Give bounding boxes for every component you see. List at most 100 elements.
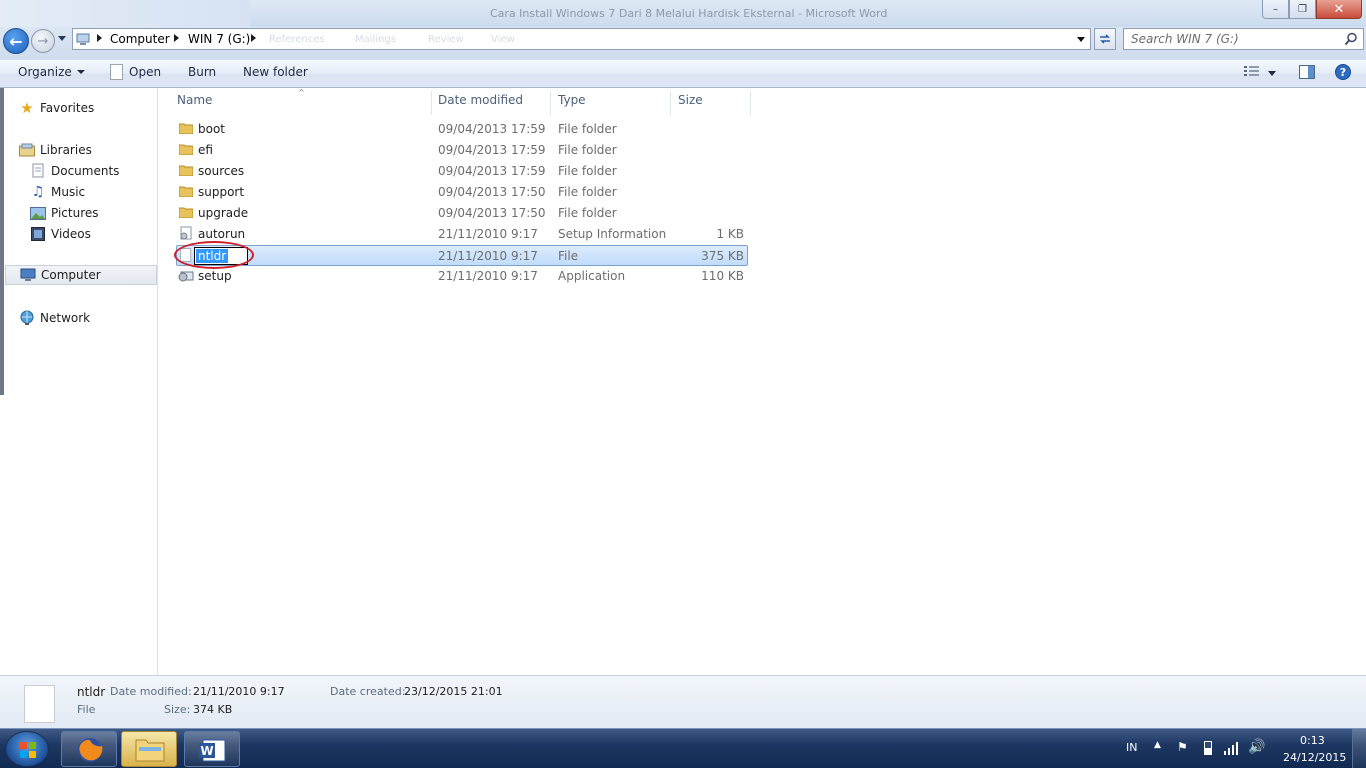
- chevron-down-icon: [76, 70, 85, 74]
- taskbar: W IN ▲ ⚑ 🔊 0:13 24/12/2015: [0, 728, 1366, 768]
- table-row[interactable]: setup 21/11/2010 9:17 Application 110 KB: [176, 266, 748, 287]
- details-file-name: ntldr: [77, 685, 106, 699]
- table-row[interactable]: efi 09/04/2013 17:59 File folder: [176, 140, 748, 161]
- pictures-icon: [30, 205, 46, 221]
- breadcrumb-drive[interactable]: WIN 7 (G:): [188, 32, 250, 46]
- forward-button[interactable]: →: [31, 29, 55, 53]
- taskbar-firefox[interactable]: [61, 731, 117, 767]
- computer-icon: [20, 267, 36, 283]
- sidebar-item-network[interactable]: Network: [19, 308, 90, 328]
- breadcrumb-computer[interactable]: Computer: [110, 32, 170, 46]
- maximize-button[interactable]: ❐: [1289, 0, 1316, 19]
- column-divider[interactable]: [670, 91, 671, 115]
- star-icon: ★: [20, 99, 34, 117]
- document-icon: [110, 64, 123, 80]
- details-size: 374 KB: [193, 703, 233, 716]
- rename-input[interactable]: ntldr: [194, 247, 248, 265]
- change-view-button[interactable]: [1244, 65, 1260, 80]
- language-indicator[interactable]: IN: [1126, 741, 1137, 754]
- preview-pane-button[interactable]: [1299, 65, 1315, 82]
- new-folder-button[interactable]: New folder: [243, 65, 308, 79]
- search-icon[interactable]: [1344, 32, 1358, 46]
- organize-button[interactable]: Organize: [18, 65, 85, 79]
- column-divider[interactable]: [750, 91, 751, 115]
- file-thumbnail-icon: [24, 685, 55, 723]
- sidebar-item-computer[interactable]: Computer: [5, 265, 157, 285]
- table-row[interactable]: sources 09/04/2013 17:59 File folder: [176, 161, 748, 182]
- title-bar: Cara Install Windows 7 Dari 8 Melalui Ha…: [0, 0, 1366, 27]
- file-name: boot: [198, 122, 226, 136]
- column-header-name[interactable]: Name: [177, 93, 212, 115]
- folder-icon: [135, 739, 165, 762]
- help-button[interactable]: ?: [1335, 64, 1351, 83]
- details-date-created-label: Date created:: [330, 685, 406, 698]
- taskbar-word[interactable]: W: [184, 731, 240, 767]
- sidebar-item-label: Videos: [51, 227, 91, 241]
- sidebar-item-music[interactable]: ♫ Music: [30, 182, 85, 202]
- breadcrumb-separator-icon[interactable]: [251, 34, 256, 42]
- table-row-selected[interactable]: ntldr 21/11/2010 9:17 File 375 KB: [176, 245, 748, 266]
- folder-icon: [179, 144, 193, 155]
- file-name: efi: [198, 143, 213, 157]
- sidebar-item-label: Pictures: [51, 206, 99, 220]
- window-title: Cara Install Windows 7 Dari 8 Melalui Ha…: [490, 7, 888, 20]
- sidebar-item-documents[interactable]: Documents: [30, 161, 119, 181]
- folder-icon: [179, 123, 193, 134]
- sidebar-item-pictures[interactable]: Pictures: [30, 203, 99, 223]
- table-row[interactable]: upgrade 09/04/2013 17:50 File folder: [176, 203, 748, 224]
- folder-icon: [179, 186, 193, 197]
- file-type: Setup Information: [558, 227, 667, 241]
- column-header-size[interactable]: Size: [678, 93, 703, 115]
- show-desktop-button[interactable]: [1352, 729, 1366, 768]
- table-row[interactable]: autorun 21/11/2010 9:17 Setup Informatio…: [176, 224, 748, 245]
- music-note-icon: ♫: [31, 184, 45, 200]
- taskbar-explorer[interactable]: [121, 731, 177, 767]
- table-row[interactable]: boot 09/04/2013 17:59 File folder: [176, 119, 748, 140]
- action-center-flag-icon[interactable]: ⚑: [1177, 740, 1188, 754]
- signal-strength-icon[interactable]: [1224, 741, 1240, 755]
- sidebar-item-videos[interactable]: Videos: [30, 224, 91, 244]
- burn-button[interactable]: Burn: [188, 65, 216, 79]
- sidebar-item-label: Music: [51, 185, 86, 199]
- column-divider[interactable]: [550, 91, 551, 115]
- forward-arrow-icon: →: [37, 33, 49, 49]
- battery-icon[interactable]: [1204, 741, 1212, 755]
- sidebar-item-favorites[interactable]: ★ Favorites: [19, 98, 94, 118]
- column-header-type[interactable]: Type: [558, 93, 586, 115]
- address-bar[interactable]: Computer WIN 7 (G:) References Mailings …: [72, 28, 1091, 50]
- sidebar-item-libraries[interactable]: Libraries: [19, 140, 92, 160]
- navigation-bar: ← → Computer WIN 7 (G:) References Maili…: [0, 27, 1366, 60]
- details-date-modified: 21/11/2010 9:17: [193, 685, 285, 698]
- close-button[interactable]: ✕: [1316, 0, 1362, 19]
- svg-text:?: ?: [1340, 66, 1346, 79]
- refresh-button[interactable]: [1094, 28, 1116, 50]
- network-icon: [19, 310, 35, 326]
- breadcrumb-separator-icon[interactable]: [174, 34, 179, 42]
- back-button[interactable]: ←: [3, 28, 29, 54]
- column-divider[interactable]: [431, 91, 432, 115]
- file-name: autorun: [198, 227, 246, 241]
- start-button[interactable]: [5, 731, 49, 767]
- table-row[interactable]: support 09/04/2013 17:50 File folder: [176, 182, 748, 203]
- show-hidden-icons-icon[interactable]: ▲: [1154, 740, 1161, 750]
- file-type: File folder: [558, 185, 617, 199]
- breadcrumb-separator-icon[interactable]: [97, 34, 102, 42]
- videos-icon: [30, 226, 46, 242]
- file-type: File folder: [558, 143, 617, 157]
- file-type: File folder: [558, 206, 617, 220]
- view-options-dropdown[interactable]: [1268, 71, 1276, 76]
- column-header-date[interactable]: Date modified: [438, 93, 523, 115]
- ghost-text: References: [269, 34, 325, 45]
- open-button[interactable]: Open: [129, 65, 161, 79]
- search-box[interactable]: Search WIN 7 (G:): [1123, 28, 1364, 50]
- clock-date[interactable]: 24/12/2015: [1283, 751, 1346, 764]
- file-date: 09/04/2013 17:50: [438, 206, 546, 220]
- splitter-handle[interactable]: [0, 88, 4, 395]
- file-type: Application: [558, 269, 626, 283]
- file-date: 09/04/2013 17:59: [438, 143, 546, 157]
- recent-pages-dropdown[interactable]: [58, 36, 66, 41]
- minimize-button[interactable]: –: [1262, 0, 1289, 19]
- address-dropdown-icon[interactable]: [1077, 37, 1085, 42]
- clock-time[interactable]: 0:13: [1300, 734, 1325, 747]
- volume-icon[interactable]: 🔊: [1248, 739, 1265, 755]
